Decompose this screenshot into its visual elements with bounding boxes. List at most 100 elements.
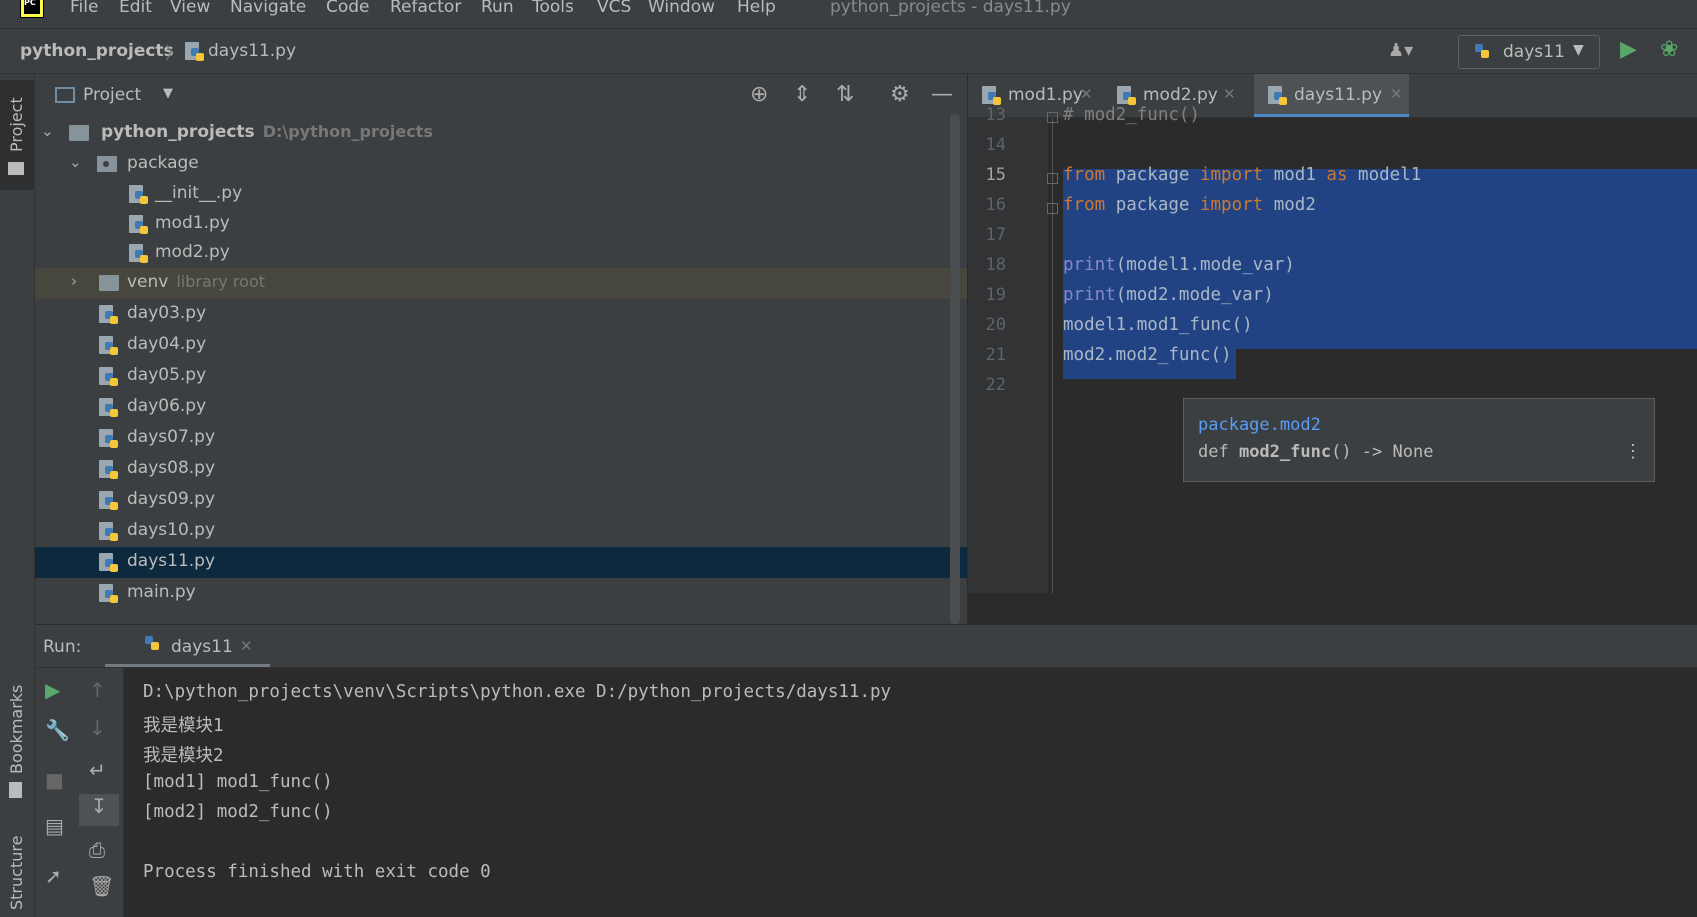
- close-icon[interactable]: ✕: [1390, 85, 1403, 103]
- tree-item-root[interactable]: ⌄ python_projects D:\python_projects: [35, 118, 967, 149]
- keyword-import: import: [1199, 195, 1264, 215]
- tree-item-file[interactable]: mod1.py: [35, 209, 967, 240]
- python-icon: [1475, 44, 1495, 64]
- code-token: model1: [1347, 165, 1422, 185]
- tab-days11[interactable]: days11.py ✕: [1254, 74, 1409, 117]
- code-editor[interactable]: 13 14 15 16 17 18 19 20 21 22 # mod2_fun…: [968, 105, 1697, 593]
- python-file-icon: [99, 429, 119, 449]
- left-tool-stripe: Project Bookmarks Structure: [0, 74, 35, 917]
- more-options-icon[interactable]: ⋮: [1624, 441, 1642, 462]
- code-line-13: # mod2_func(): [1063, 105, 1200, 125]
- run-tool-window: Run: days11 ✕ ▶ 🔧 ■ ▤ ➚ ↑ ↓ ↵ ↧ ⎙ 🗑 D:\p…: [35, 625, 1697, 917]
- tree-item-file[interactable]: day05.py: [35, 361, 967, 392]
- wrench-icon[interactable]: 🔧: [45, 718, 70, 742]
- soft-wrap-icon[interactable]: ↵: [89, 758, 106, 782]
- root-path: D:\python_projects: [262, 122, 433, 141]
- arrow-down-icon[interactable]: ↓: [89, 716, 106, 740]
- arrow-up-icon[interactable]: ↑: [89, 678, 106, 702]
- tree-item-file[interactable]: day03.py: [35, 299, 967, 330]
- code-line-19: print(mod2.mode_var): [1063, 285, 1274, 305]
- fold-marker-icon[interactable]: [1047, 203, 1058, 214]
- line-number: 15: [985, 165, 1006, 185]
- tree-item-file[interactable]: __init__.py: [35, 179, 967, 210]
- menu-run[interactable]: Run: [481, 0, 514, 22]
- layout-icon[interactable]: ▤: [45, 814, 64, 838]
- python-file-icon: [1117, 86, 1137, 106]
- menu-navigate[interactable]: Navigate: [230, 0, 306, 22]
- tree-item-label: day04.py: [127, 334, 207, 354]
- chevron-down-icon[interactable]: ⌄: [41, 122, 54, 140]
- tree-item-file[interactable]: days09.py: [35, 485, 967, 516]
- menu-view[interactable]: View: [170, 0, 210, 22]
- tree-item-package[interactable]: ⌄ package: [35, 149, 967, 180]
- gear-icon[interactable]: ⚙: [890, 82, 910, 107]
- menu-refactor[interactable]: Refactor: [390, 0, 461, 22]
- rerun-icon[interactable]: ▶: [45, 678, 60, 702]
- tree-item-label: day06.py: [127, 396, 207, 416]
- menu-vcs[interactable]: VCS: [597, 0, 631, 22]
- tree-item-label: mod1.py: [155, 213, 230, 233]
- project-scrollbar[interactable]: [950, 114, 960, 624]
- chevron-down-icon: ▼: [1573, 42, 1584, 58]
- close-icon[interactable]: ✕: [1080, 85, 1093, 103]
- menu-file[interactable]: File: [70, 0, 98, 22]
- collapse-all-icon[interactable]: ⇅: [836, 82, 854, 107]
- tree-item-label: days07.py: [127, 427, 216, 447]
- pin-icon[interactable]: ➚: [45, 864, 62, 888]
- run-tab-days11[interactable]: days11 ✕: [105, 625, 270, 667]
- tree-item-file[interactable]: day06.py: [35, 392, 967, 423]
- python-icon: [145, 636, 165, 656]
- code-token: mod1: [1263, 165, 1327, 185]
- tree-item-file[interactable]: days07.py: [35, 423, 967, 454]
- chevron-right-icon[interactable]: ›: [71, 272, 77, 290]
- tab-label: days11.py: [1294, 85, 1383, 105]
- debug-icon[interactable]: ❀: [1660, 37, 1678, 62]
- expand-all-icon[interactable]: ⇕: [793, 82, 811, 107]
- menu-code[interactable]: Code: [326, 0, 370, 22]
- tree-item-file-selected[interactable]: days11.py: [35, 547, 967, 578]
- breadcrumb-file[interactable]: days11.py: [208, 41, 296, 61]
- code-token: package: [1105, 195, 1200, 215]
- tree-item-file[interactable]: main.py: [35, 578, 967, 609]
- run-toolbar-primary: ▶ 🔧 ■ ▤ ➚: [35, 668, 79, 917]
- tree-item-file[interactable]: day04.py: [35, 330, 967, 361]
- doc-sig-def: def: [1198, 442, 1239, 462]
- fold-marker-icon[interactable]: [1047, 112, 1058, 123]
- breadcrumb-project[interactable]: python_projects: [20, 41, 174, 61]
- chevron-down-icon[interactable]: ▼: [163, 86, 173, 101]
- menu-tools[interactable]: Tools: [532, 0, 574, 22]
- chevron-down-icon[interactable]: ⌄: [69, 153, 82, 171]
- user-icon[interactable]: ♟▾: [1388, 40, 1413, 61]
- menu-help[interactable]: Help: [737, 0, 776, 22]
- run-configuration-selector[interactable]: days11 ▼: [1458, 35, 1600, 69]
- tree-item-file[interactable]: days10.py: [35, 516, 967, 547]
- print-icon[interactable]: ⎙: [89, 838, 105, 862]
- hide-icon[interactable]: —: [931, 82, 953, 107]
- tree-item-venv[interactable]: › venv library root: [35, 268, 967, 299]
- stop-icon[interactable]: ■: [45, 768, 64, 792]
- trash-icon[interactable]: 🗑: [89, 874, 114, 898]
- scroll-to-end-icon[interactable]: ↧: [79, 794, 119, 826]
- close-icon[interactable]: ✕: [1223, 85, 1236, 103]
- project-view-title[interactable]: Project: [83, 85, 141, 105]
- package-folder-icon: [97, 156, 117, 172]
- menu-edit[interactable]: Edit: [119, 0, 152, 22]
- tree-item-file[interactable]: days08.py: [35, 454, 967, 485]
- tree-item-file[interactable]: mod2.py: [35, 238, 967, 269]
- tool-window-bookmarks[interactable]: Bookmarks: [7, 685, 26, 774]
- project-view-icon: [55, 87, 75, 103]
- python-file-icon: [129, 244, 149, 264]
- menu-window[interactable]: Window: [648, 0, 715, 22]
- tab-label: mod2.py: [1143, 85, 1218, 105]
- run-icon[interactable]: ▶: [1620, 37, 1637, 62]
- locate-icon[interactable]: ⊕: [750, 82, 768, 107]
- tool-window-structure[interactable]: Structure: [7, 836, 26, 910]
- doc-module-link[interactable]: package.mod2: [1198, 415, 1321, 435]
- quick-documentation-popup[interactable]: package.mod2 def mod2_func() -> None ⋮: [1183, 398, 1655, 482]
- fold-marker-icon[interactable]: [1047, 173, 1058, 184]
- tool-window-project[interactable]: Project: [0, 80, 34, 190]
- line-number: 22: [985, 375, 1006, 395]
- python-file-icon: [99, 398, 119, 418]
- tree-item-label: mod2.py: [155, 242, 230, 262]
- close-icon[interactable]: ✕: [240, 637, 253, 655]
